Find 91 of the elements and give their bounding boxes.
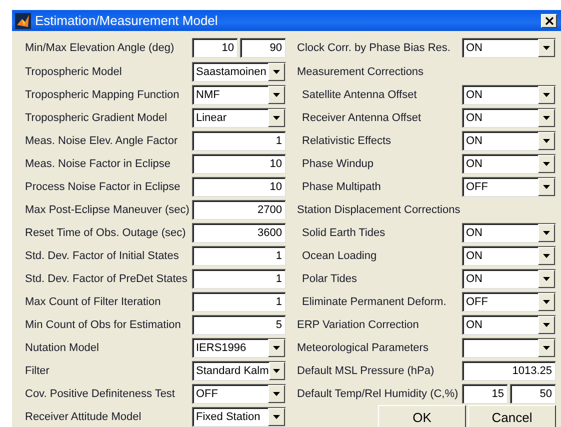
input-field[interactable]: 50 [510, 384, 556, 404]
field-label: Std. Dev. Factor of PreDet States [25, 272, 188, 284]
field-label: Tropospheric Mapping Function [25, 88, 180, 100]
field-label: Default Temp/Rel Humidity (C,%) [297, 388, 460, 400]
field-label: Clock Corr. by Phase Bias Res. [297, 42, 452, 54]
dropdown[interactable]: ON [462, 222, 556, 242]
close-button[interactable] [541, 14, 557, 28]
dropdown[interactable]: OFF [192, 384, 286, 404]
field-label: Tropospheric Gradient Model [25, 112, 168, 124]
input-field[interactable]: 10 [192, 176, 286, 196]
caret-icon [543, 322, 550, 326]
field-label: Cov. Positive Definiteness Test [25, 388, 176, 400]
field-label: Nutation Model [25, 342, 100, 354]
field-label: Phase Multipath [301, 180, 382, 192]
field-label: Meteorological Parameters [297, 342, 430, 354]
field-label: Max Post-Eclipse Maneuver (sec) [25, 204, 190, 216]
field-label: Polar Tides [301, 272, 358, 284]
close-icon [544, 16, 554, 24]
input-field[interactable]: 1 [192, 268, 286, 288]
dropdown[interactable]: ON [462, 246, 556, 266]
input-field[interactable]: 2700 [192, 200, 286, 220]
dropdown[interactable]: NMF [192, 84, 286, 104]
dropdown[interactable]: IERS1996 [192, 338, 286, 358]
field-label: Ocean Loading [301, 250, 378, 262]
dropdown[interactable]: Standard Kalm [192, 360, 286, 380]
dialog-button[interactable]: OK [378, 405, 466, 427]
caret-icon [543, 254, 550, 258]
caret-icon [543, 184, 550, 188]
caret-icon [543, 116, 550, 120]
dropdown[interactable]: ON [462, 84, 556, 104]
input-field[interactable]: 10 [192, 38, 238, 58]
caret-icon [273, 92, 280, 96]
field-label: Eliminate Permanent Deform. [301, 296, 448, 308]
field-label: Process Noise Factor in Eclipse [25, 180, 182, 192]
dropdown[interactable]: OFF [462, 176, 556, 196]
field-label: Min/Max Elevation Angle (deg) [25, 42, 176, 54]
caret-icon [543, 230, 550, 234]
dropdown[interactable]: Fixed Station [192, 406, 286, 426]
caret-icon [273, 368, 280, 372]
field-label: Solid Earth Tides [301, 226, 386, 238]
field-label: Relativistic Effects [301, 134, 392, 146]
field-label: Min Count of Obs for Estimation [25, 318, 182, 330]
field-label: Meas. Noise Elev. Angle Factor [25, 134, 179, 146]
input-field[interactable]: 1 [192, 292, 286, 312]
caret-icon [543, 300, 550, 304]
caret-icon [543, 346, 550, 350]
dropdown[interactable]: ON [462, 314, 556, 334]
dropdown[interactable]: ON [462, 268, 556, 288]
input-field[interactable]: 10 [192, 154, 286, 174]
app-icon [15, 12, 31, 28]
caret-icon [273, 116, 280, 120]
field-label: Std. Dev. Factor of Initial States [25, 250, 180, 262]
caret-icon [273, 392, 280, 396]
field-label: Receiver Attitude Model [25, 410, 142, 422]
field-label: ERP Variation Correction [297, 318, 420, 330]
caret-icon [543, 162, 550, 166]
input-field[interactable]: 3600 [192, 222, 286, 242]
dropdown[interactable]: Saastamoinen [192, 62, 286, 82]
field-label: Satellite Antenna Offset [301, 88, 418, 100]
input-field[interactable]: 1 [192, 246, 286, 266]
dropdown[interactable]: Linear [192, 108, 286, 128]
field-label: Reset Time of Obs. Outage (sec) [25, 226, 187, 238]
caret-icon [543, 276, 550, 280]
caret-icon [543, 138, 550, 142]
input-field[interactable]: 90 [240, 38, 286, 58]
dropdown[interactable]: ON [462, 154, 556, 174]
dropdown[interactable]: ON [462, 130, 556, 150]
section-heading: Station Displacement Corrections [297, 204, 462, 216]
caret-icon [543, 46, 550, 50]
dropdown[interactable] [462, 338, 556, 358]
input-field[interactable]: 15 [462, 384, 508, 404]
caret-icon [543, 92, 550, 96]
dropdown[interactable]: ON [462, 108, 556, 128]
field-label: Filter [25, 364, 50, 376]
window-title: Estimation/Measurement Model [35, 13, 219, 28]
dropdown[interactable]: OFF [462, 292, 556, 312]
section-heading: Measurement Corrections [297, 66, 425, 78]
caret-icon [273, 346, 280, 350]
caret-icon [273, 414, 280, 418]
dialog-button[interactable]: Cancel [468, 405, 556, 427]
caret-icon [273, 70, 280, 74]
input-field[interactable]: 1013.25 [462, 360, 556, 380]
field-label: Receiver Antenna Offset [301, 112, 422, 124]
input-field[interactable]: 1 [192, 130, 286, 150]
dropdown[interactable]: ON [462, 38, 556, 58]
field-label: Default MSL Pressure (hPa) [297, 364, 436, 376]
field-label: Meas. Noise Factor in Eclipse [25, 158, 172, 170]
field-label: Max Count of Filter Iteration [25, 296, 162, 308]
input-field[interactable]: 5 [192, 314, 286, 334]
field-label: Phase Windup [301, 158, 375, 170]
field-label: Tropospheric Model [25, 66, 123, 78]
